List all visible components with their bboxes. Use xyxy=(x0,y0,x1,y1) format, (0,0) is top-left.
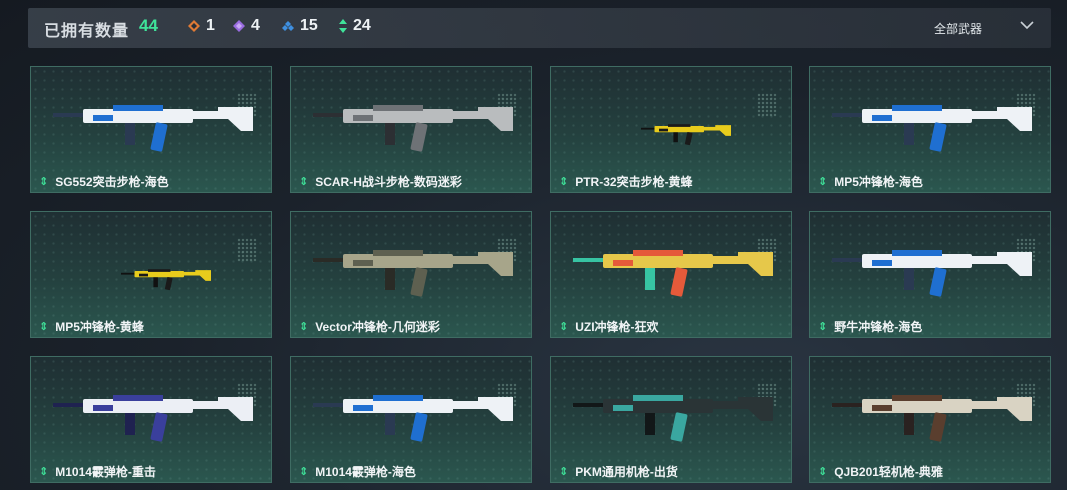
weapon-label: ⇕ MP5冲锋枪-海色 xyxy=(818,173,923,190)
rarity-green-arrows-icon: ⇕ xyxy=(559,321,569,333)
rarity-green-arrows-icon: ⇕ xyxy=(818,176,828,188)
weapon-image xyxy=(641,124,731,146)
blue-tri-diamond-icon xyxy=(282,21,294,31)
weapon-card[interactable]: ⇕ PTR-32突击步枪-黄蜂 xyxy=(550,66,792,193)
rarity-stat-orange: 1 xyxy=(188,17,215,35)
weapon-card[interactable]: ⇕ PKM通用机枪-出货 xyxy=(550,356,792,483)
rarity-green-arrows-icon: ⇕ xyxy=(39,466,49,478)
weapon-image xyxy=(53,395,253,442)
rarity-stat-green: 24 xyxy=(339,17,371,35)
rarity-stat-purple: 4 xyxy=(233,17,260,35)
rarity-green-arrows-icon: ⇕ xyxy=(818,321,828,333)
weapon-card[interactable]: ⇕ M1014霰弹枪-重击 xyxy=(30,356,272,483)
green-arrows-icon xyxy=(339,19,347,33)
weapon-image xyxy=(313,395,513,442)
weapon-label: ⇕ 野牛冲锋枪-海色 xyxy=(818,318,922,335)
weapon-label: ⇕ PTR-32突击步枪-黄蜂 xyxy=(559,173,693,190)
weapon-card[interactable]: ⇕ SG552突击步枪-海色 xyxy=(30,66,272,193)
rarity-count-purple: 4 xyxy=(251,17,260,34)
chevron-down-icon[interactable] xyxy=(1020,19,1034,31)
weapon-image xyxy=(832,105,1032,152)
weapon-name: 野牛冲锋枪-海色 xyxy=(834,320,923,334)
weapon-label: ⇕ SG552突击步枪-海色 xyxy=(39,173,169,190)
rarity-green-arrows-icon: ⇕ xyxy=(299,176,309,188)
rarity-stat-blue: 15 xyxy=(282,17,318,35)
rarity-green-arrows-icon: ⇕ xyxy=(299,321,309,333)
weapon-name: SG552突击步枪-海色 xyxy=(55,175,169,189)
weapon-card[interactable]: ⇕ MP5冲锋枪-海色 xyxy=(809,66,1051,193)
weapon-name: MP5冲锋枪-海色 xyxy=(834,175,923,189)
weapon-name: SCAR-H战斗步枪-数码迷彩 xyxy=(315,175,462,189)
rarity-count-blue: 15 xyxy=(300,17,318,34)
weapon-image xyxy=(313,250,513,297)
weapon-label: ⇕ MP5冲锋枪-黄蜂 xyxy=(39,318,144,335)
weapon-label: ⇕ M1014霰弹枪-重击 xyxy=(39,463,156,480)
rarity-count-green: 24 xyxy=(353,17,371,34)
weapon-image xyxy=(832,250,1032,297)
weapon-name: MP5冲锋枪-黄蜂 xyxy=(55,320,144,334)
weapon-label: ⇕ UZI冲锋枪-狂欢 xyxy=(559,318,659,335)
weapon-name: M1014霰弹枪-重击 xyxy=(55,465,156,479)
weapon-card[interactable]: ⇕ M1014霰弹枪-海色 xyxy=(290,356,532,483)
owned-count: 44 xyxy=(139,16,158,35)
weapon-card[interactable]: ⇕ MP5冲锋枪-黄蜂 xyxy=(30,211,272,338)
weapon-image xyxy=(313,105,513,152)
rarity-count-orange: 1 xyxy=(206,17,215,34)
weapon-image xyxy=(573,250,773,297)
weapon-label: ⇕ SCAR-H战斗步枪-数码迷彩 xyxy=(299,173,462,190)
weapon-card[interactable]: ⇕ Vector冲锋枪-几何迷彩 xyxy=(290,211,532,338)
weapon-filter-dropdown[interactable]: 全部武器 xyxy=(934,20,982,37)
rarity-green-arrows-icon: ⇕ xyxy=(299,466,309,478)
rarity-green-arrows-icon: ⇕ xyxy=(559,176,569,188)
weapon-name: QJB201轻机枪-典雅 xyxy=(834,465,943,479)
weapon-label: ⇕ M1014霰弹枪-海色 xyxy=(299,463,416,480)
weapon-card[interactable]: ⇕ QJB201轻机枪-典雅 xyxy=(809,356,1051,483)
purple-diamond-icon xyxy=(233,20,245,32)
rarity-green-arrows-icon: ⇕ xyxy=(39,321,49,333)
weapon-name: PTR-32突击步枪-黄蜂 xyxy=(575,175,693,189)
weapon-name: UZI冲锋枪-狂欢 xyxy=(575,320,659,334)
weapon-image xyxy=(53,105,253,152)
orange-diamond-icon xyxy=(188,20,200,32)
weapon-name: Vector冲锋枪-几何迷彩 xyxy=(315,320,440,334)
rarity-green-arrows-icon: ⇕ xyxy=(559,466,569,478)
weapon-name: M1014霰弹枪-海色 xyxy=(315,465,416,479)
weapon-name: PKM通用机枪-出货 xyxy=(575,465,678,479)
weapon-image xyxy=(573,395,773,442)
weapon-card[interactable]: ⇕ SCAR-H战斗步枪-数码迷彩 xyxy=(290,66,532,193)
rarity-green-arrows-icon: ⇕ xyxy=(818,466,828,478)
owned-title: 已拥有数量 xyxy=(44,23,130,40)
weapon-label: ⇕ QJB201轻机枪-典雅 xyxy=(818,463,943,480)
weapon-card[interactable]: ⇕ UZI冲锋枪-狂欢 xyxy=(550,211,792,338)
weapon-image xyxy=(121,269,211,291)
weapon-card[interactable]: ⇕ 野牛冲锋枪-海色 xyxy=(809,211,1051,338)
weapon-label: ⇕ PKM通用机枪-出货 xyxy=(559,463,678,480)
weapon-image xyxy=(832,395,1032,442)
rarity-green-arrows-icon: ⇕ xyxy=(39,176,49,188)
owned-summary-bar: 已拥有数量 44 1 4 15 24 全部武器 xyxy=(28,8,1051,48)
weapon-label: ⇕ Vector冲锋枪-几何迷彩 xyxy=(299,318,440,335)
